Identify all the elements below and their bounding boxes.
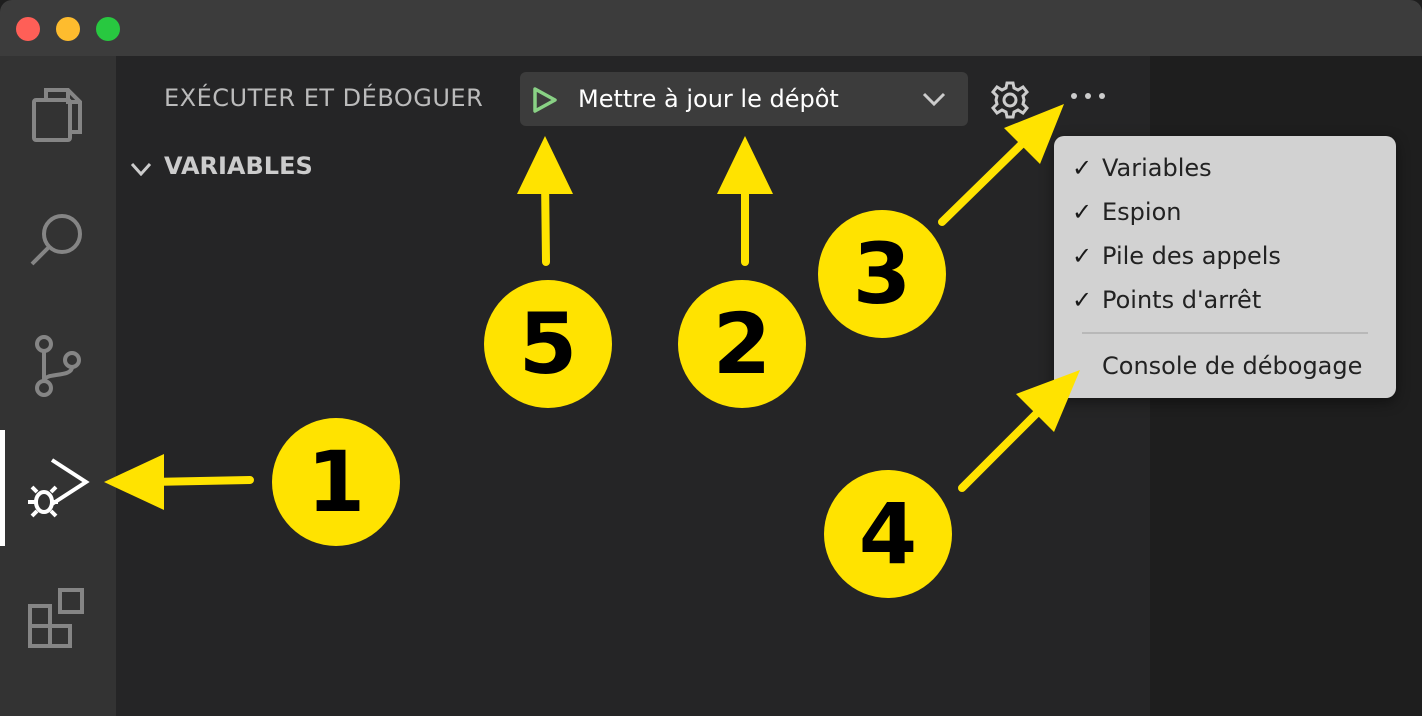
more-actions-icon[interactable] (1066, 82, 1110, 112)
activity-source-control[interactable] (0, 308, 116, 424)
close-window-button[interactable] (16, 17, 40, 41)
title-bar (0, 0, 1422, 56)
gear-icon[interactable] (990, 80, 1030, 120)
variables-section-header[interactable]: VARIABLES (126, 152, 526, 186)
chevron-down-icon (130, 162, 152, 176)
launch-config-dropdown[interactable]: Mettre à jour le dépôt (520, 72, 968, 126)
extensions-icon (28, 588, 84, 648)
vscode-window: EXÉCUTER ET DÉBOGUER Mettre à jour le dé… (0, 0, 1422, 716)
annotation-badge-3: 3 (818, 210, 946, 338)
start-debugging-icon[interactable] (532, 86, 558, 114)
activity-extensions[interactable] (0, 560, 116, 676)
checkmark-icon: ✓ (1072, 198, 1093, 226)
zoom-window-button[interactable] (96, 17, 120, 41)
menu-separator (1082, 332, 1368, 334)
annotation-badge-1: 1 (272, 418, 400, 546)
minimize-window-button[interactable] (56, 17, 80, 41)
launch-config-label: Mettre à jour le dépôt (578, 85, 839, 113)
menu-item-label: Pile des appels (1102, 242, 1281, 270)
sidebar-title: EXÉCUTER ET DÉBOGUER (164, 84, 484, 112)
run-debug-sidebar: EXÉCUTER ET DÉBOGUER Mettre à jour le dé… (116, 56, 1150, 716)
more-actions-menu: ✓ Variables ✓ Espion ✓ Pile des appels ✓… (1054, 136, 1396, 398)
menu-item-call-stack[interactable]: ✓ Pile des appels (1054, 238, 1396, 278)
explorer-icon (32, 88, 82, 142)
menu-item-variables[interactable]: ✓ Variables (1054, 150, 1396, 190)
checkmark-icon: ✓ (1072, 154, 1093, 182)
section-label: VARIABLES (164, 152, 313, 180)
checkmark-icon: ✓ (1072, 286, 1093, 314)
menu-item-label: Points d'arrêt (1102, 286, 1262, 314)
menu-item-watch[interactable]: ✓ Espion (1054, 194, 1396, 234)
menu-item-label: Variables (1102, 154, 1212, 182)
activity-explorer[interactable] (0, 56, 116, 172)
chevron-down-icon (922, 92, 946, 107)
search-icon (30, 214, 82, 266)
checkmark-icon: ✓ (1072, 242, 1093, 270)
run-debug-icon (28, 458, 90, 518)
activity-search[interactable] (0, 182, 116, 298)
menu-item-label: Console de débogage (1102, 352, 1363, 380)
annotation-badge-4: 4 (824, 470, 952, 598)
activity-run-debug[interactable] (0, 430, 116, 546)
source-control-icon (35, 335, 81, 397)
activity-bar (0, 56, 116, 716)
menu-item-breakpoints[interactable]: ✓ Points d'arrêt (1054, 282, 1396, 322)
annotation-badge-5: 5 (484, 280, 612, 408)
annotation-badge-2: 2 (678, 280, 806, 408)
menu-item-debug-console[interactable]: Console de débogage (1054, 348, 1396, 388)
menu-item-label: Espion (1102, 198, 1182, 226)
